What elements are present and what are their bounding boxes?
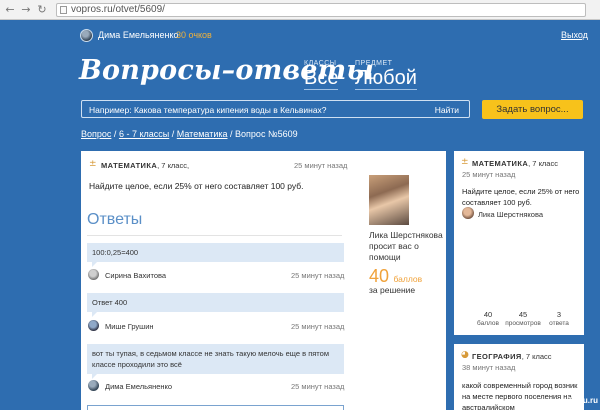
class-filter-label: КЛАССЫ [304,60,337,67]
address-bar[interactable]: vopros.ru/otvet/5609/ [56,3,586,17]
math-subject-icon: ± [461,157,469,167]
page-icon [60,6,67,14]
sidebar-subject[interactable]: МАТЕМАТИКА, 7 класс [472,159,558,168]
user-avatar[interactable] [80,29,93,42]
browser-toolbar: ← → ↻ vopros.ru/otvet/5609/ [0,0,600,20]
answer-time: 25 минут назад [291,271,345,280]
user-points: 30 очков [176,30,212,40]
answer-bubble: Ответ 400 [87,293,344,317]
avatar[interactable] [88,269,99,280]
math-subject-icon: ± [89,159,97,169]
question-subject[interactable]: МАТЕМАТИКА, 7 класс, [101,161,189,170]
answer-time: 25 минут назад [291,382,345,391]
answer-author[interactable]: Дима Емельяненко [105,382,172,391]
subject-filter-label: ПРЕДМЕТ [355,60,393,67]
avatar[interactable] [88,380,99,391]
divider [87,235,342,236]
class-filter-select[interactable]: Все [304,68,339,90]
sidebar-question-text[interactable]: какой современный город возник на месте … [462,380,580,410]
reload-icon[interactable]: ↻ [36,3,48,17]
breadcrumb-item[interactable]: Математика [177,129,228,139]
stat-value: 45 [518,310,528,319]
stat-value: 3 [556,310,562,319]
answer-time: 25 минут назад [291,322,345,331]
avatar[interactable] [88,320,99,331]
logout-link[interactable]: Выход [561,30,588,40]
answer-bubble: 100:0,25=400 [87,243,344,267]
breadcrumb: Вопрос / 6 - 7 классы / Математика / Воп… [81,129,298,139]
stat-value: 40 [483,310,493,319]
avatar[interactable] [462,207,474,219]
stat-label: ответа [549,320,569,327]
reward-number: 40 [369,266,390,286]
stat-label: просмотров [505,320,541,327]
answer-input[interactable] [87,405,344,410]
sidebar-subject[interactable]: ГЕОГРАФИЯ, 7 класс [472,352,552,361]
subject-filter-select[interactable]: Любой [355,68,417,90]
sidebar-question-text[interactable]: Найдите целое, если 25% от него составля… [462,186,580,208]
globe-icon: ◕ [461,350,469,360]
reward-unit: баллов [393,274,423,284]
answer-bubble: вот ты тупая, в седьмом классе не знать … [87,344,344,379]
search-bar: Например: Какова температура кипения вод… [81,100,470,118]
breadcrumb-item[interactable]: 6 - 7 классы [119,129,169,139]
user-name-link[interactable]: Дима Емельяненко [98,30,179,40]
stat-label: баллов [477,320,499,327]
sidebar-author[interactable]: Лика Шерстнякова [478,210,543,219]
asker-avatar[interactable] [369,175,409,225]
url-text: vopros.ru/otvet/5609/ [71,4,165,15]
forward-arrow-icon[interactable]: → [20,3,32,17]
search-button[interactable]: Найти [435,105,459,115]
question-card: ± МАТЕМАТИКА, 7 класс, 25 минут назад На… [81,151,446,410]
question-text: Найдите целое, если 25% от него составля… [89,181,304,191]
watermark: pikabu.ru [562,396,599,405]
sidebar-time: 38 минут назад [462,363,516,372]
asker-request-text: Лика Шерстнякова просит вас о помощи [369,230,443,262]
answer-author[interactable]: Мише Грушин [105,322,154,331]
sidebar-time: 25 минут назад [462,170,516,179]
ask-question-button[interactable]: Задать вопрос... [482,100,583,119]
answer-author[interactable]: Сирина Вахитова [105,271,166,280]
back-arrow-icon[interactable]: ← [4,3,16,17]
reward-points: 40 баллов [369,266,422,287]
search-input[interactable]: Например: Какова температура кипения вод… [89,105,327,115]
question-time: 25 минут назад [294,161,348,170]
reward-note: за решение [369,285,416,295]
answers-heading: Ответы [87,211,143,228]
breadcrumb-item[interactable]: Вопрос [81,129,111,139]
sidebar-question-card[interactable]: ± МАТЕМАТИКА, 7 класс 25 минут назад Най… [454,151,584,335]
breadcrumb-current: Вопрос №5609 [235,129,298,139]
